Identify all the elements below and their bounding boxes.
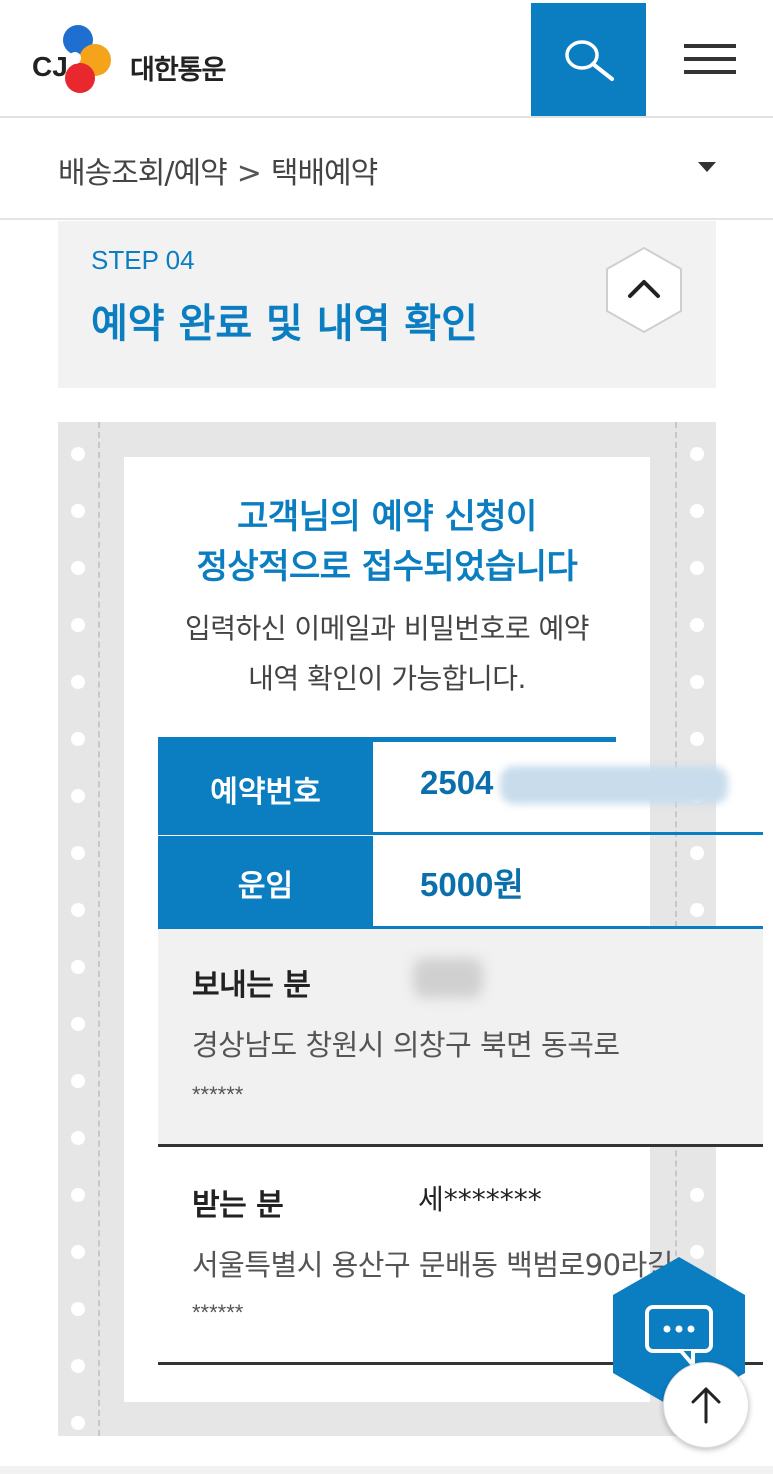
reservation-number-label: 예약번호 bbox=[158, 742, 373, 835]
collapse-button[interactable] bbox=[603, 245, 685, 335]
step-panel: STEP 04 예약 완료 및 내역 확인 bbox=[58, 221, 716, 388]
logo-brand: CJ bbox=[32, 51, 68, 82]
breadcrumb-current[interactable]: 택배예약 bbox=[271, 156, 378, 191]
completion-title: 고객님의 예약 신청이 정상적으로 접수되었습니다 bbox=[124, 492, 650, 592]
table-row-divider bbox=[373, 832, 763, 835]
receiver-label: 받는 분 bbox=[192, 1188, 284, 1223]
search-button[interactable] bbox=[531, 3, 646, 116]
perforation-hole bbox=[71, 618, 85, 632]
chevron-up-icon bbox=[606, 246, 682, 334]
logo-name: 대한통운 bbox=[130, 55, 226, 86]
perforation-hole bbox=[71, 1245, 85, 1259]
page-bottom-edge bbox=[0, 1466, 773, 1474]
step-label: STEP 04 bbox=[91, 245, 195, 275]
perforation-hole bbox=[690, 732, 704, 746]
perforation-hole bbox=[71, 504, 85, 518]
menu-bar bbox=[684, 70, 736, 74]
caret-down-icon[interactable] bbox=[698, 162, 716, 172]
step-title: 예약 완료 및 내역 확인 bbox=[91, 301, 478, 347]
perforation-hole bbox=[690, 504, 704, 518]
perforation-hole bbox=[71, 846, 85, 860]
perforation-hole bbox=[71, 1302, 85, 1316]
reservation-number-value: 2504 bbox=[420, 764, 494, 801]
perforation-hole bbox=[690, 903, 704, 917]
perforation-line-left bbox=[98, 422, 100, 1436]
arrow-up-icon bbox=[691, 1387, 721, 1424]
sender-label: 보내는 분 bbox=[192, 968, 311, 1003]
perforation-hole bbox=[71, 1188, 85, 1202]
completion-title-line1: 고객님의 예약 신청이 bbox=[237, 497, 537, 537]
breadcrumb-bar[interactable]: 배송조회/예약 > 택배예약 bbox=[0, 118, 773, 220]
perforation-hole bbox=[690, 1188, 704, 1202]
completion-subtext: 입력하신 이메일과 비밀번호로 예약 내역 확인이 가능합니다. bbox=[124, 604, 650, 704]
sender-address-detail: ****** bbox=[192, 1082, 244, 1107]
completion-subtext-line2: 내역 확인이 가능합니다. bbox=[248, 662, 526, 695]
completion-subtext-line1: 입력하신 이메일과 비밀번호로 예약 bbox=[184, 612, 590, 645]
perforation-hole bbox=[71, 1416, 85, 1430]
breadcrumb-parent[interactable]: 배송조회/예약 bbox=[58, 156, 228, 191]
cj-logo[interactable]: CJ 대한통운 bbox=[30, 18, 240, 102]
perforation-hole bbox=[71, 960, 85, 974]
perforation-hole bbox=[690, 846, 704, 860]
breadcrumb: 배송조회/예약 > 택배예약 bbox=[58, 148, 378, 192]
receiver-name: 세******* bbox=[418, 1183, 542, 1216]
perforation-hole bbox=[690, 447, 704, 461]
perforation-hole bbox=[71, 1074, 85, 1088]
perforation-hole bbox=[71, 675, 85, 689]
perforation-hole bbox=[71, 1131, 85, 1145]
scroll-to-top-button[interactable] bbox=[663, 1362, 749, 1448]
perforation-hole bbox=[690, 618, 704, 632]
perforation-hole bbox=[71, 1017, 85, 1031]
menu-bar bbox=[684, 57, 736, 61]
perforation-hole bbox=[71, 789, 85, 803]
section-divider bbox=[158, 1144, 763, 1147]
perforation-hole bbox=[690, 675, 704, 689]
fee-value: 5000원 bbox=[420, 866, 524, 903]
perforation-hole bbox=[71, 447, 85, 461]
fee-label: 운임 bbox=[158, 836, 373, 929]
perforation-hole bbox=[71, 561, 85, 575]
redacted-sender-name bbox=[413, 958, 483, 998]
search-icon bbox=[564, 39, 614, 81]
breadcrumb-separator: > bbox=[236, 156, 262, 191]
menu-bar bbox=[684, 44, 736, 48]
redacted-reservation-number bbox=[500, 766, 728, 804]
sender-address: 경상남도 창원시 의창구 북면 동곡로 bbox=[192, 1028, 620, 1062]
perforation-hole bbox=[690, 561, 704, 575]
hamburger-menu-button[interactable] bbox=[684, 44, 736, 78]
header: CJ 대한통운 bbox=[0, 0, 773, 118]
perforation-hole bbox=[71, 903, 85, 917]
receiver-address-detail: ****** bbox=[192, 1300, 244, 1325]
completion-title-line2: 정상적으로 접수되었습니다 bbox=[196, 547, 578, 587]
perforation-hole bbox=[71, 1359, 85, 1373]
perforation-hole bbox=[71, 732, 85, 746]
